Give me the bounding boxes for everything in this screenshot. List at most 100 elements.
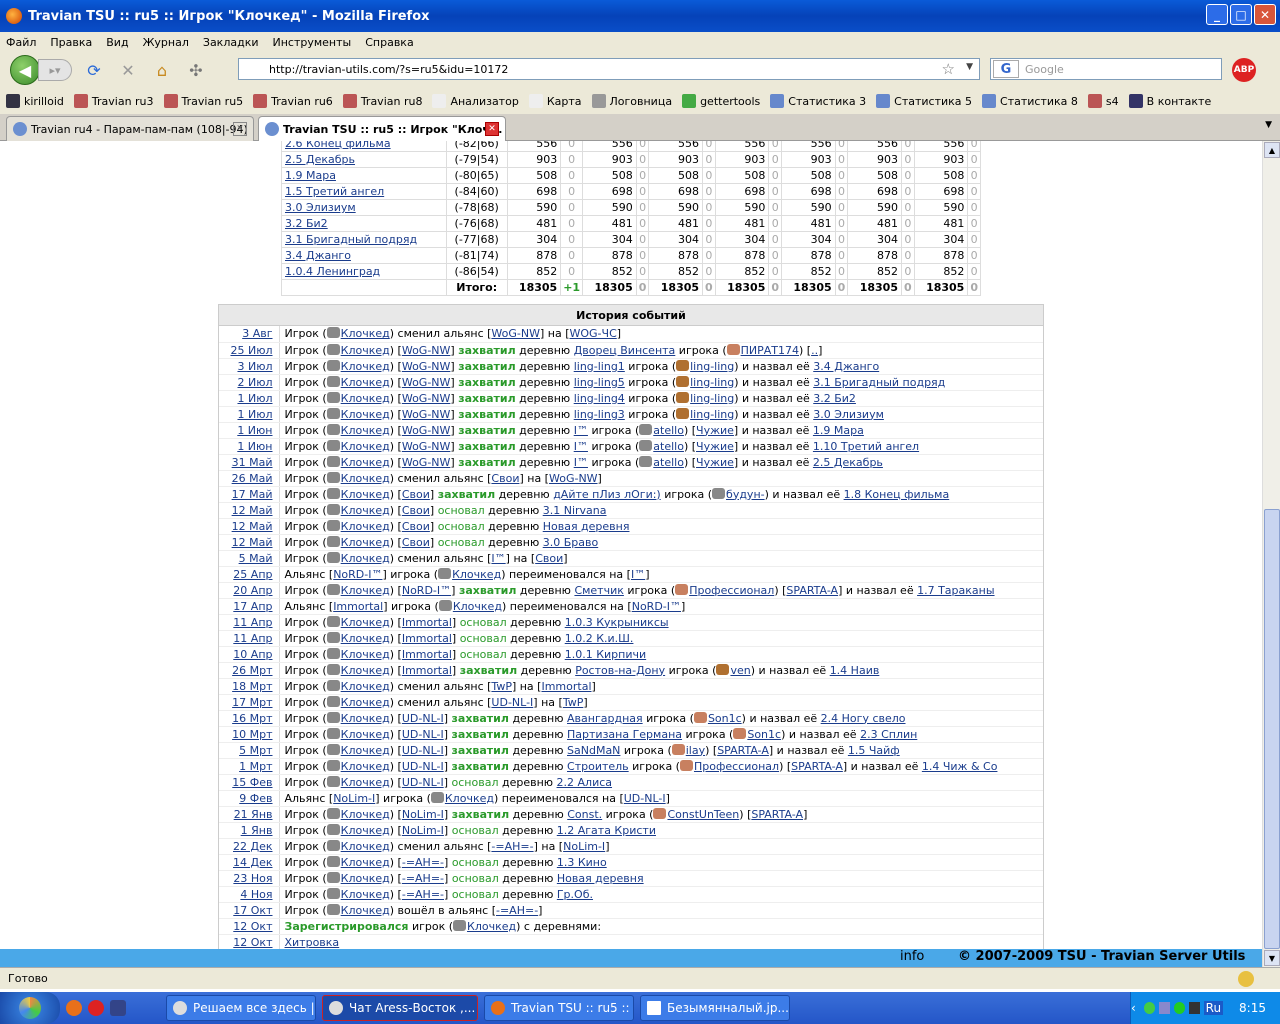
event-link[interactable]: Свои	[491, 472, 519, 485]
event-link[interactable]: Свои	[535, 552, 563, 565]
player-link[interactable]: ConstUnTeen	[667, 808, 739, 821]
network-icon[interactable]	[1158, 1002, 1170, 1014]
tab-list-icon[interactable]: ▼	[1265, 120, 1272, 130]
event-link[interactable]: 1.5 Чайф	[848, 744, 900, 757]
event-date-link[interactable]: 20 Апр	[233, 584, 272, 597]
event-date-link[interactable]: 26 Май	[232, 472, 273, 485]
event-date-link[interactable]: 22 Дек	[233, 840, 273, 853]
menu-item[interactable]: Инструменты	[273, 36, 352, 49]
event-link[interactable]: I™	[631, 568, 645, 581]
village-link[interactable]: 1.9 Мара	[285, 169, 336, 182]
menu-item[interactable]: Файл	[6, 36, 36, 49]
vertical-scrollbar[interactable]: ▲ ▼	[1262, 141, 1280, 967]
event-date-link[interactable]: 5 Мрт	[239, 744, 272, 757]
event-link[interactable]: ling-ling1	[574, 360, 625, 373]
event-link[interactable]: WoG-NW	[402, 376, 451, 389]
event-link[interactable]: -=AH=-	[402, 888, 444, 901]
player-link[interactable]: Клочкед	[453, 600, 502, 613]
event-link[interactable]: 1.4 Наив	[830, 664, 880, 677]
event-date-link[interactable]: 10 Мрт	[232, 728, 272, 741]
event-link[interactable]: UD-NL-I	[402, 744, 444, 757]
bookmark-item[interactable]: Travian ru3	[73, 94, 154, 108]
event-link[interactable]: Immortal	[402, 664, 452, 677]
player-link[interactable]: Клочкед	[341, 536, 390, 549]
event-date-link[interactable]: 1 Июл	[237, 392, 272, 405]
scroll-up-icon[interactable]: ▲	[1264, 142, 1280, 158]
url-dropdown-icon[interactable]: ▼	[966, 62, 973, 72]
event-link[interactable]: NoLim-I	[333, 792, 375, 805]
event-link[interactable]: UD-NL-I	[402, 776, 444, 789]
event-link[interactable]: ling-ling5	[574, 376, 625, 389]
player-link[interactable]: ling-ling	[690, 408, 734, 421]
event-link[interactable]: Immortal	[402, 616, 452, 629]
event-link[interactable]: Сметчик	[574, 584, 623, 597]
event-link[interactable]: 3.0 Браво	[543, 536, 598, 549]
home-icon[interactable]: ⌂	[150, 58, 174, 82]
player-link[interactable]: Клочкед	[341, 360, 390, 373]
event-date-link[interactable]: 1 Июл	[237, 408, 272, 421]
event-link[interactable]: 1.7 Тараканы	[917, 584, 994, 597]
event-date-link[interactable]: 12 Май	[232, 536, 273, 549]
event-link[interactable]: Immortal	[402, 648, 452, 661]
player-link[interactable]: Клочкед	[341, 776, 390, 789]
event-link[interactable]: UD-NL-I	[624, 792, 666, 805]
event-link[interactable]: 1.2 Агата Кристи	[557, 824, 656, 837]
event-link[interactable]: WoG-NW	[402, 424, 451, 437]
player-link[interactable]: Клочкед	[341, 456, 390, 469]
player-link[interactable]: Клочкед	[341, 504, 390, 517]
bookmark-item[interactable]: Travian ru8	[342, 94, 422, 108]
player-link[interactable]: Профессионал	[694, 760, 779, 773]
event-date-link[interactable]: 1 Янв	[241, 824, 273, 837]
app-quicklaunch-icon[interactable]	[110, 1000, 126, 1016]
tab-close-icon[interactable]: ✕	[233, 122, 247, 136]
bookmark-item[interactable]: Карта	[528, 94, 582, 108]
event-link[interactable]: Чужие	[696, 440, 734, 453]
event-date-link[interactable]: 21 Янв	[234, 808, 273, 821]
event-link[interactable]: TwP	[563, 696, 584, 709]
event-link[interactable]: UD-NL-I	[402, 760, 444, 773]
player-link[interactable]: atello	[653, 456, 684, 469]
bookmark-item[interactable]: Travian ru6	[253, 94, 333, 108]
event-link[interactable]: Партизана Германа	[567, 728, 682, 741]
player-link[interactable]: Клочкед	[341, 824, 390, 837]
event-date-link[interactable]: 12 Окт	[233, 920, 272, 933]
player-link[interactable]: Клочкед	[341, 327, 390, 340]
tray-icon[interactable]	[1143, 1002, 1155, 1014]
player-link[interactable]: Клочкед	[341, 424, 390, 437]
player-link[interactable]: Клочкед	[341, 440, 390, 453]
maximize-button[interactable]: □	[1230, 4, 1252, 25]
player-link[interactable]: Клочкед	[341, 472, 390, 485]
player-link[interactable]: Клочкед	[341, 808, 390, 821]
player-link[interactable]: Клочкед	[341, 680, 390, 693]
event-link[interactable]: TwP	[491, 680, 512, 693]
player-link[interactable]: Клочкед	[341, 856, 390, 869]
minimize-button[interactable]: _	[1206, 4, 1228, 25]
event-link[interactable]: Const.	[567, 808, 602, 821]
bookmark-item[interactable]: s4	[1087, 94, 1119, 108]
event-link[interactable]: I™	[491, 552, 505, 565]
event-date-link[interactable]: 11 Апр	[233, 632, 272, 645]
menu-item[interactable]: Правка	[50, 36, 92, 49]
player-link[interactable]: Клочкед	[341, 744, 390, 757]
event-date-link[interactable]: 1 Июн	[237, 440, 272, 453]
event-date-link[interactable]: 15 Фев	[232, 776, 272, 789]
event-link[interactable]: WoG-NW	[491, 327, 540, 340]
event-link[interactable]: SPARTA-A	[791, 760, 843, 773]
player-link[interactable]: Клочкед	[341, 344, 390, 357]
player-link[interactable]: Клочкед	[341, 552, 390, 565]
event-link[interactable]: NoRD-I™	[402, 584, 451, 597]
event-link[interactable]: Гр.Об.	[557, 888, 593, 901]
village-link[interactable]: 3.2 Би2	[285, 217, 328, 230]
event-link[interactable]: WOG-ЧС	[570, 327, 617, 340]
event-date-link[interactable]: 9 Фев	[239, 792, 272, 805]
event-date-link[interactable]: 4 Ноя	[240, 888, 272, 901]
scroll-thumb[interactable]	[1264, 509, 1280, 949]
bookmark-item[interactable]: Статистика 3	[770, 94, 866, 108]
player-link[interactable]: atello	[653, 424, 684, 437]
event-link[interactable]: Свои	[402, 536, 430, 549]
tray-expand-icon[interactable]: ‹	[1131, 1001, 1136, 1015]
smiley-icon[interactable]	[1238, 971, 1254, 987]
event-date-link[interactable]: 14 Дек	[233, 856, 273, 869]
event-link[interactable]: UD-NL-I	[402, 728, 444, 741]
player-link[interactable]: Клочкед	[452, 568, 501, 581]
